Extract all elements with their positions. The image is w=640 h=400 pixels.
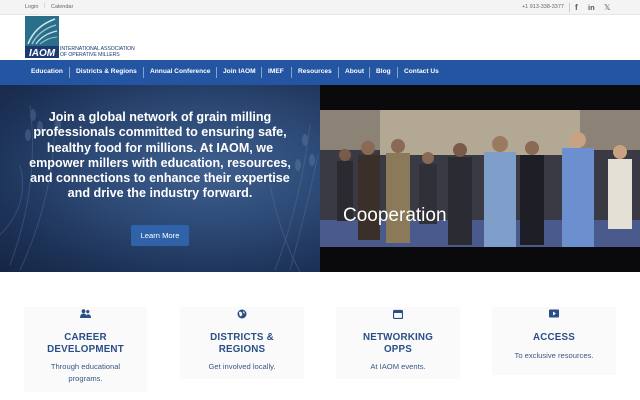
logo-wordmark: INTERNATIONAL ASSOCIATION OF OPERATIVE M… xyxy=(60,46,135,58)
x-icon[interactable]: 𝕏 xyxy=(604,2,610,13)
card-title: ACCESS xyxy=(492,332,616,344)
nav-item-education[interactable]: Education xyxy=(31,68,63,75)
card-districts-regions[interactable]: DISTRICTS & REGIONS Get involved locally… xyxy=(180,307,304,379)
video-icon xyxy=(492,309,616,320)
nav-item-annual-conference[interactable]: Annual Conference xyxy=(150,68,210,75)
nav-item-contact-us[interactable]: Contact Us xyxy=(404,68,439,75)
nav-item-join-iaom[interactable]: Join IAOM xyxy=(223,68,256,75)
iaom-logo[interactable]: IAOM xyxy=(25,16,59,58)
card-title-line: ACCESS xyxy=(532,332,576,343)
hero-photo-panel xyxy=(320,85,640,272)
logo-abbr: IAOM xyxy=(29,48,56,58)
login-link[interactable]: Login xyxy=(25,4,38,10)
utility-bar: Login | Calendar +1 913-338-3377 f in 𝕏 xyxy=(0,0,640,15)
card-description: At IAOM events. xyxy=(336,361,460,373)
card-description: Through educational programs. xyxy=(24,361,147,385)
learn-more-button[interactable]: Learn More xyxy=(131,225,189,246)
card-title-line: NETWORKING xyxy=(362,332,434,343)
divider: | xyxy=(44,3,46,9)
nav-divider xyxy=(397,67,398,78)
card-access[interactable]: ACCESS To exclusive resources. xyxy=(492,307,616,375)
card-desc-line: To exclusive resources. xyxy=(514,351,594,360)
nav-item-resources[interactable]: Resources xyxy=(298,68,332,75)
card-desc-line: Through educational xyxy=(50,362,121,371)
site-header: IAOM INTERNATIONAL ASSOCIATION OF OPERAT… xyxy=(0,15,640,60)
card-desc-line: programs. xyxy=(68,374,103,383)
card-title: NETWORKING OPPS xyxy=(336,332,460,355)
card-title: CAREER DEVELOPMENT xyxy=(24,332,147,355)
card-career-development[interactable]: CAREER DEVELOPMENT Through educational p… xyxy=(24,307,147,392)
phone-number[interactable]: +1 913-338-3377 xyxy=(522,4,564,10)
nav-divider xyxy=(338,67,339,78)
nav-divider xyxy=(261,67,262,78)
card-title-line: CAREER xyxy=(64,332,107,343)
card-description: To exclusive resources. xyxy=(492,350,616,362)
logo-line-2: OF OPERATIVE MILLERS xyxy=(60,52,120,58)
caption-text: Cooperation xyxy=(343,205,447,226)
nav-divider xyxy=(143,67,144,78)
people-icon xyxy=(24,309,147,320)
nav-divider xyxy=(369,67,370,78)
photo-caption: Cooperation xyxy=(343,205,447,227)
nav-item-districts-regions[interactable]: Districts & Regions xyxy=(76,68,137,75)
main-nav: Education Districts & Regions Annual Con… xyxy=(0,60,640,85)
divider xyxy=(569,3,570,12)
card-title-line: REGIONS xyxy=(218,343,266,355)
globe-icon xyxy=(180,309,304,321)
card-networking-opps[interactable]: NETWORKING OPPS At IAOM events. xyxy=(336,307,460,379)
card-title-line: OPPS xyxy=(383,343,413,355)
card-description: Get involved locally. xyxy=(180,361,304,373)
nav-item-about[interactable]: About xyxy=(345,68,364,75)
card-title-line: DISTRICTS & xyxy=(210,332,274,343)
card-title: DISTRICTS & REGIONS xyxy=(180,332,304,355)
calendar-link[interactable]: Calendar xyxy=(51,4,73,10)
nav-divider xyxy=(69,67,70,78)
card-desc-line: Get involved locally. xyxy=(208,362,276,371)
card-desc-line: At IAOM events. xyxy=(370,362,426,371)
linkedin-icon[interactable]: in xyxy=(588,2,595,13)
nav-divider xyxy=(291,67,292,78)
calendar-icon xyxy=(336,309,460,321)
nav-item-imef[interactable]: IMEF xyxy=(268,68,284,75)
hero-headline: Join a global network of grain milling p… xyxy=(29,110,291,201)
facebook-icon[interactable]: f xyxy=(575,2,578,13)
nav-divider xyxy=(216,67,217,78)
nav-item-blog[interactable]: Blog xyxy=(376,68,391,75)
card-title-line: DEVELOPMENT xyxy=(47,343,124,355)
